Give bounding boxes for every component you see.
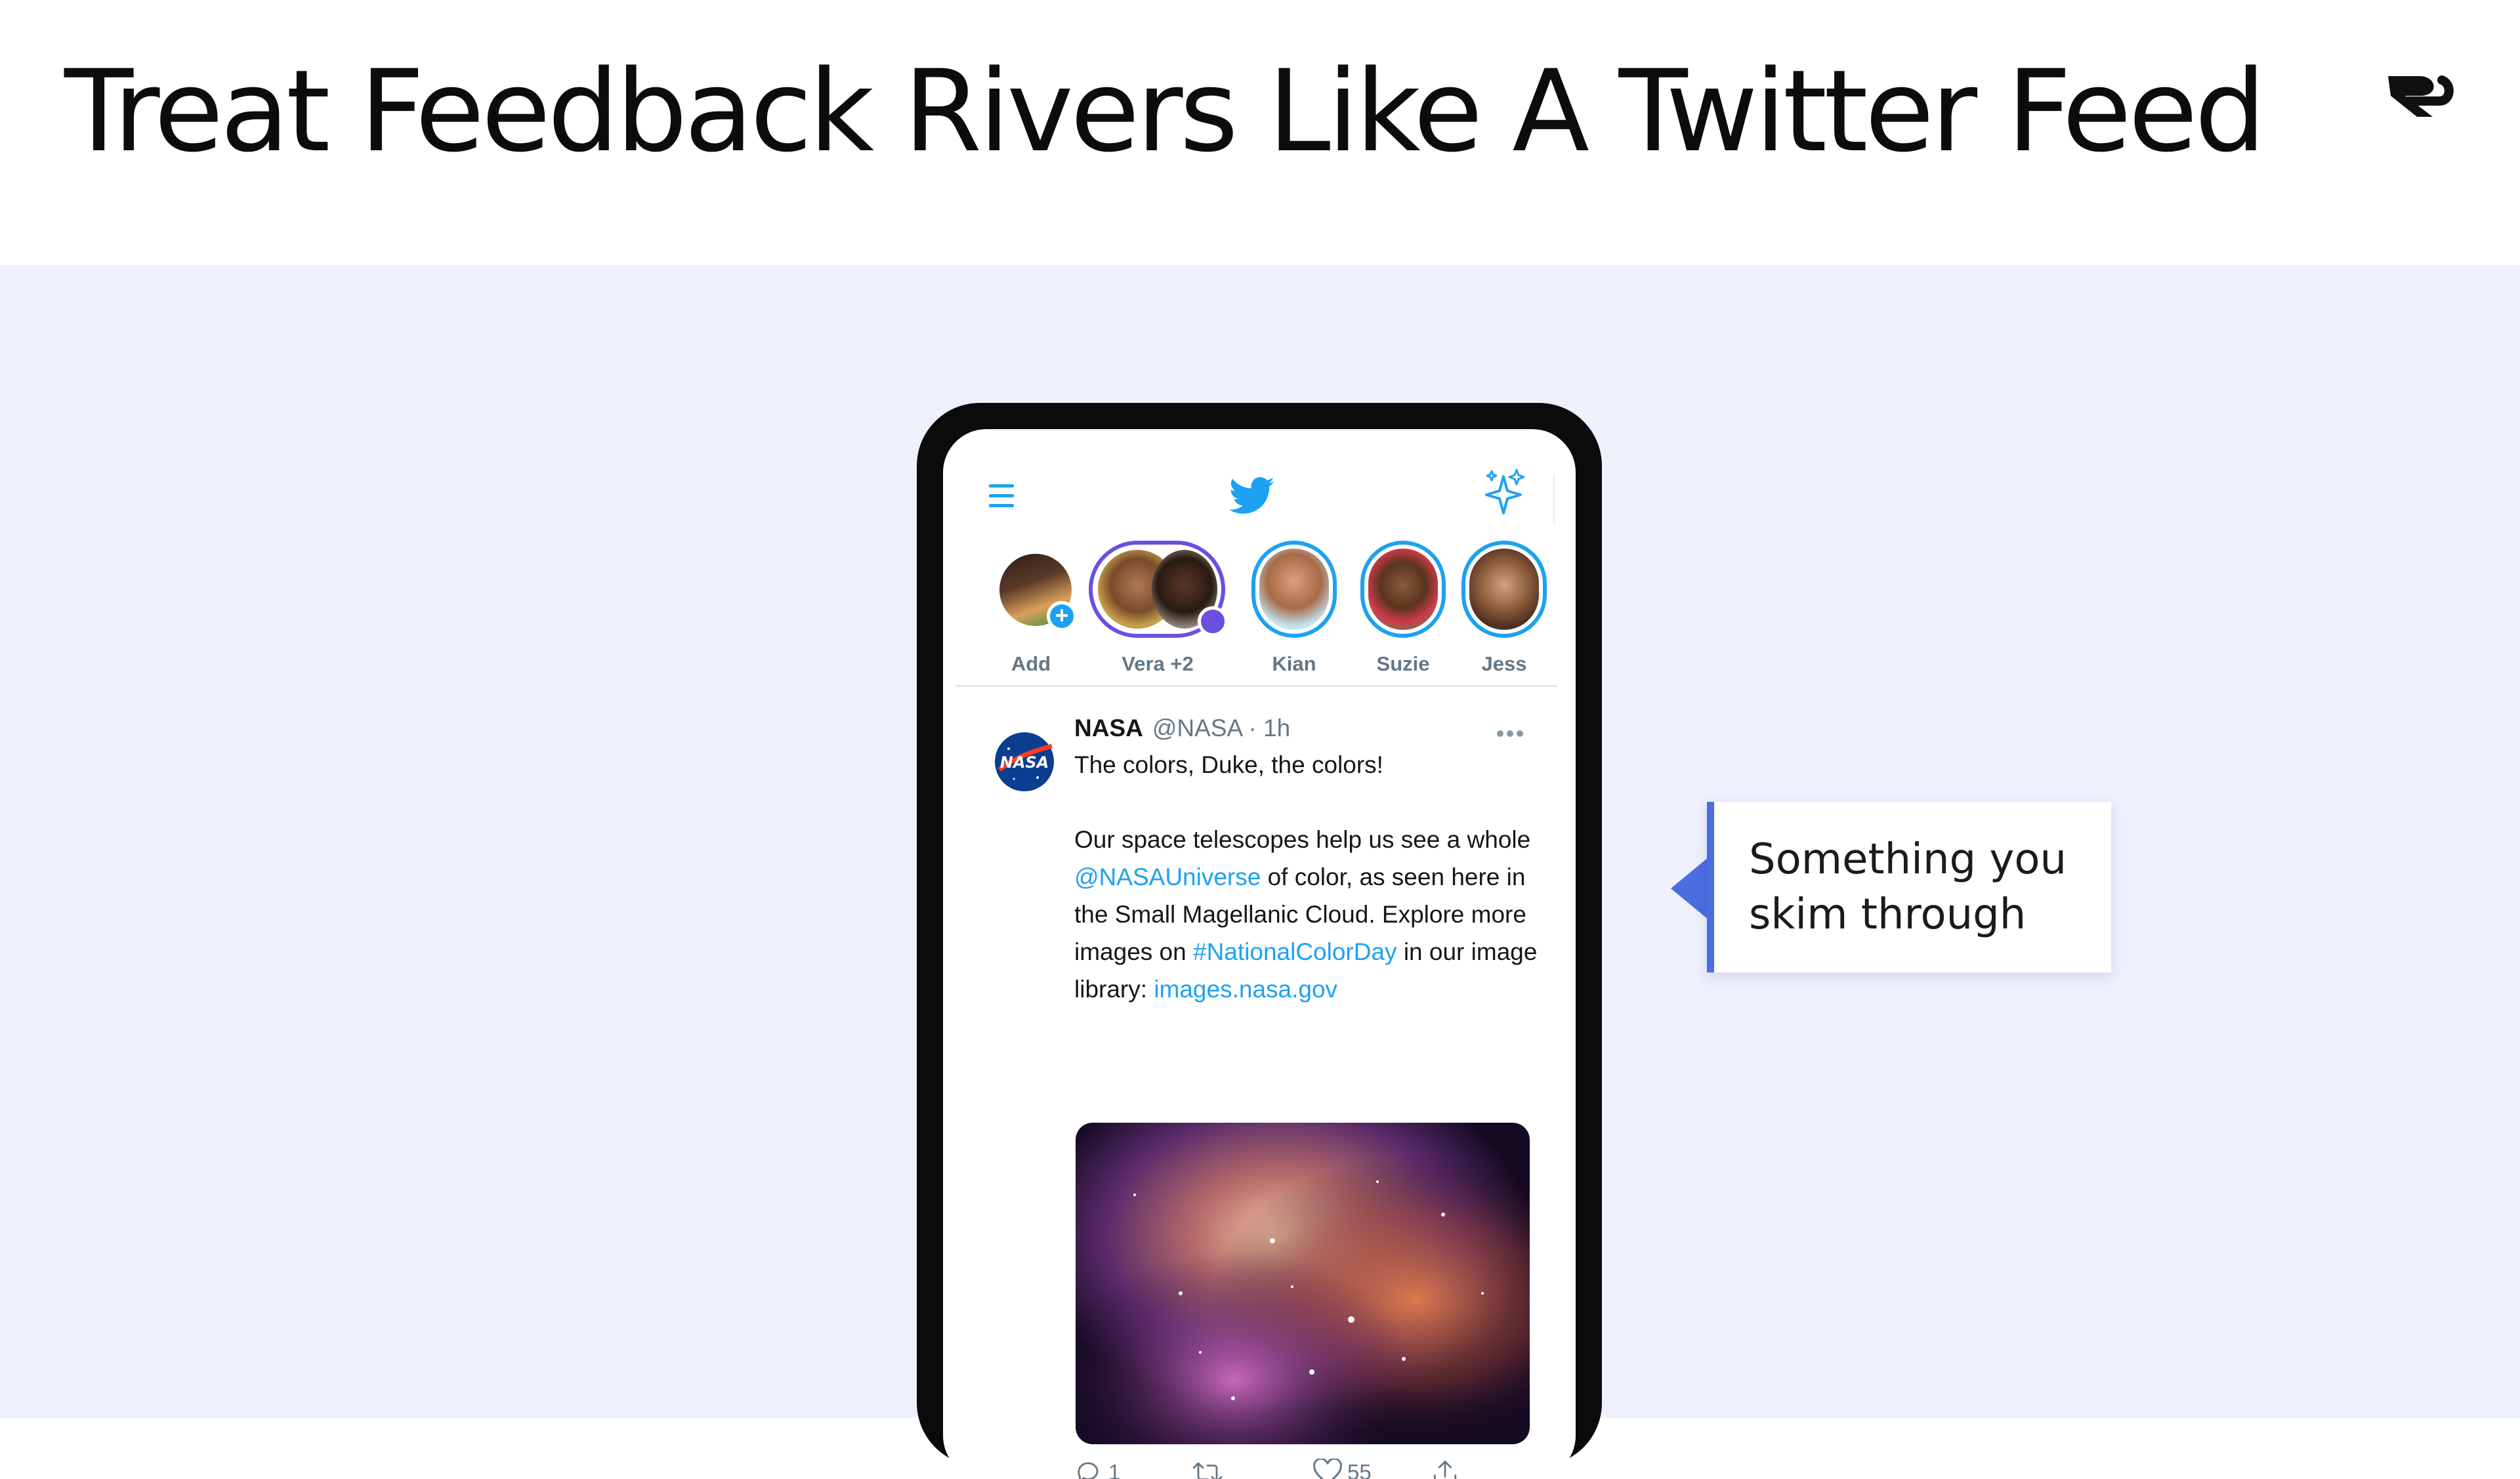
callout-text: Something you skim through [1749,835,2067,939]
reply-action[interactable]: 1 [1074,1455,1133,1479]
tweet-text-segment: Our space telescopes help us see a whole [1074,826,1531,853]
share-action[interactable] [1431,1455,1471,1479]
tweet-url-link[interactable]: images.nasa.gov [1154,976,1337,1003]
fleets-row: + Add Vera +2 Kian Suzie Jess [943,541,1576,688]
fleet-add[interactable]: + Add [985,541,1077,688]
heart-icon [1313,1459,1342,1479]
fleet-kian[interactable]: Kian [1251,541,1337,688]
retweet-action[interactable] [1192,1455,1251,1479]
nasa-meatball-avatar-icon[interactable]: NASA [994,732,1055,792]
tweet-line: The colors, Duke, the colors! [1074,751,1383,778]
svg-text:NASA: NASA [1000,753,1049,772]
share-icon [1433,1460,1457,1479]
avatar [1469,549,1539,630]
tweet-timestamp: · 1h [1242,715,1291,741]
fleet-label: Add [1011,652,1051,675]
fleet-label: Jess [1481,652,1527,675]
like-action[interactable]: 55 [1313,1455,1385,1479]
tweet-header: NASA @NASA · 1h [1074,712,1290,745]
phone-mockup: + Add Vera +2 Kian Suzie Jess NASA NASA … [917,403,1602,1479]
callout-box: Something you skim through [1707,802,2111,972]
screen-edge-divider [1553,475,1555,524]
fleet-label: Kian [1272,652,1316,675]
more-options-icon[interactable] [1496,729,1524,738]
tweet-mention-link[interactable]: @NASAUniverse [1074,864,1261,890]
fleet-label: Vera +2 [1122,652,1194,675]
slide-header: Treat Feedback Rivers Like A Twitter Fee… [0,0,2520,265]
fleet-suzie[interactable]: Suzie [1360,541,1446,688]
reply-count: 1 [1108,1460,1121,1479]
tweet-author-name[interactable]: NASA [1074,715,1143,741]
sparkle-icon[interactable] [1484,469,1524,514]
tweet-hashtag-link[interactable]: #NationalColorDay [1193,938,1397,965]
tweet-image-nebula[interactable] [1076,1123,1530,1444]
tweet-actions: 1 55 [1074,1455,1534,1479]
avatar [1368,549,1438,630]
avatar [1259,549,1329,630]
tweet-text: The colors, Duke, the colors! Our space … [1074,746,1547,1008]
tweet[interactable]: NASA NASA @NASA · 1h The colors, Duke, th… [943,688,1576,1479]
twitter-bird-icon[interactable] [1229,476,1275,516]
fleet-label: Suzie [1376,652,1430,675]
slide-title: Treat Feedback Rivers Like A Twitter Fee… [64,45,2266,177]
tweet-author-handle[interactable]: @NASA [1152,715,1242,741]
fleets-divider [956,685,1557,687]
fleet-jess[interactable]: Jess [1461,541,1547,688]
tweet-paragraph: Our space telescopes help us see a whole… [1074,821,1547,1008]
callout-pointer [1671,857,1709,920]
twitter-top-bar [943,429,1576,541]
retweet-icon [1192,1462,1223,1479]
fleet-group[interactable]: Vera +2 [1089,541,1228,688]
group-badge-icon [1198,606,1228,636]
hamburger-menu-icon[interactable] [988,482,1015,510]
like-count: 55 [1347,1460,1372,1479]
reply-icon [1078,1462,1099,1479]
phone-screen: + Add Vera +2 Kian Suzie Jess NASA NASA … [943,429,1576,1479]
stacked-double-r-logo-icon [2388,75,2454,117]
add-fleet-plus-icon[interactable]: + [1047,601,1077,631]
